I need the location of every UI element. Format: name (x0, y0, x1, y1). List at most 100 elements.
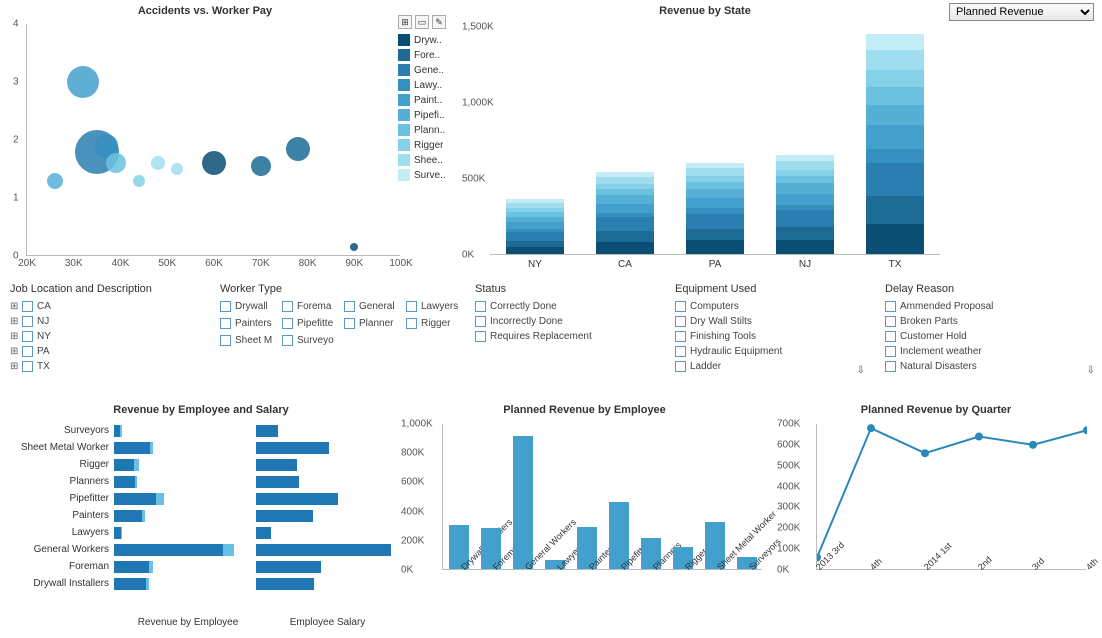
salary-bar[interactable] (256, 527, 391, 539)
checkbox[interactable] (885, 361, 896, 372)
filter-item[interactable]: Inclement weather (885, 344, 1095, 359)
checkbox[interactable] (885, 316, 896, 327)
scatter-point[interactable] (151, 156, 165, 170)
checkbox[interactable] (282, 318, 293, 329)
checkbox[interactable] (344, 318, 355, 329)
checkbox[interactable] (885, 331, 896, 342)
filter-item[interactable]: Painters (220, 316, 282, 331)
filter-item[interactable]: General (344, 299, 406, 314)
filter-item[interactable]: Pipefitte (282, 316, 344, 331)
checkbox[interactable] (675, 331, 686, 342)
checkbox[interactable] (675, 346, 686, 357)
line-point[interactable] (921, 449, 929, 457)
stacked-bar[interactable] (506, 199, 564, 254)
scatter-point[interactable] (202, 151, 226, 175)
salary-bar[interactable] (256, 493, 391, 505)
filter-item[interactable]: Lawyers (406, 299, 468, 314)
measure-select-dropdown[interactable]: Planned Revenue (949, 3, 1094, 21)
salary-bar[interactable] (256, 476, 391, 488)
scatter-point[interactable] (106, 153, 126, 173)
checkbox[interactable] (220, 335, 231, 346)
revenue-bar[interactable] (114, 442, 254, 454)
filter-item[interactable]: Dry Wall Stilts (675, 314, 865, 329)
filter-item[interactable]: Drywall (220, 299, 282, 314)
filter-item[interactable]: Planner (344, 316, 406, 331)
salary-bar[interactable] (256, 544, 391, 556)
legend-edit-icon[interactable]: ✎ (432, 15, 446, 29)
checkbox[interactable] (22, 361, 33, 372)
salary-bar[interactable] (256, 510, 391, 522)
salary-bar[interactable] (256, 561, 391, 573)
scatter-point[interactable] (350, 243, 358, 251)
scatter-point[interactable] (171, 163, 183, 175)
checkbox[interactable] (220, 318, 231, 329)
scatter-point[interactable] (251, 156, 271, 176)
checkbox[interactable] (675, 301, 686, 312)
filter-item[interactable]: ⊞CA (10, 299, 210, 314)
revenue-bar[interactable] (114, 476, 254, 488)
salary-bar[interactable] (256, 425, 391, 437)
revenue-bar[interactable] (114, 578, 254, 590)
filter-item[interactable]: Sheet M (220, 333, 282, 348)
line-point[interactable] (1083, 426, 1087, 434)
filter-item[interactable]: Natural Disasters (885, 359, 1095, 374)
line-point[interactable] (867, 424, 875, 432)
revenue-bar[interactable] (114, 459, 254, 471)
filter-item[interactable]: Surveyo (282, 333, 344, 348)
filter-item[interactable]: Incorrectly Done (475, 314, 665, 329)
scatter-point[interactable] (67, 66, 99, 98)
checkbox[interactable] (406, 318, 417, 329)
scroll-down-icon[interactable]: ⇩ (857, 365, 865, 376)
revenue-bar[interactable] (114, 527, 254, 539)
scroll-down-icon[interactable]: ⇩ (1087, 365, 1095, 376)
checkbox[interactable] (282, 335, 293, 346)
filter-item[interactable]: ⊞PA (10, 344, 210, 359)
filter-item[interactable]: Forema (282, 299, 344, 314)
revenue-bar[interactable] (114, 544, 254, 556)
revenue-bar[interactable] (114, 561, 254, 573)
checkbox[interactable] (344, 301, 355, 312)
scatter-point[interactable] (133, 175, 145, 187)
checkbox[interactable] (475, 301, 486, 312)
filter-item[interactable]: Ladder (675, 359, 865, 374)
stacked-bar[interactable] (776, 155, 834, 254)
revenue-bar[interactable] (114, 493, 254, 505)
revenue-bar[interactable] (114, 425, 254, 437)
filter-item[interactable]: Finishing Tools (675, 329, 865, 344)
revenue-bar[interactable] (114, 510, 254, 522)
scatter-point[interactable] (47, 173, 63, 189)
stacked-bar[interactable] (596, 172, 654, 254)
line-point[interactable] (1029, 441, 1037, 449)
checkbox[interactable] (475, 331, 486, 342)
expand-icon[interactable]: ⊞ (10, 301, 18, 312)
legend-grid-icon[interactable]: ⊞ (398, 15, 412, 29)
measure-select[interactable]: Planned Revenue (949, 3, 1094, 21)
checkbox[interactable] (885, 346, 896, 357)
filter-item[interactable]: ⊞NY (10, 329, 210, 344)
salary-bar[interactable] (256, 578, 391, 590)
filter-item[interactable]: Broken Parts (885, 314, 1095, 329)
stacked-bar[interactable] (686, 163, 744, 254)
checkbox[interactable] (282, 301, 293, 312)
line-point[interactable] (975, 433, 983, 441)
scatter-point[interactable] (286, 137, 310, 161)
bar[interactable] (513, 436, 533, 569)
legend-card-icon[interactable]: ▭ (415, 15, 429, 29)
filter-item[interactable]: Customer Hold (885, 329, 1095, 344)
checkbox[interactable] (22, 331, 33, 342)
salary-bar[interactable] (256, 442, 391, 454)
stacked-bar[interactable] (866, 34, 924, 254)
expand-icon[interactable]: ⊞ (10, 346, 18, 357)
checkbox[interactable] (220, 301, 231, 312)
filter-item[interactable]: Requires Replacement (475, 329, 665, 344)
checkbox[interactable] (885, 301, 896, 312)
filter-item[interactable]: Correctly Done (475, 299, 665, 314)
filter-item[interactable]: ⊞TX (10, 359, 210, 374)
filter-item[interactable]: Computers (675, 299, 865, 314)
checkbox[interactable] (475, 316, 486, 327)
expand-icon[interactable]: ⊞ (10, 316, 18, 327)
salary-bar[interactable] (256, 459, 391, 471)
checkbox[interactable] (675, 361, 686, 372)
checkbox[interactable] (406, 301, 417, 312)
checkbox[interactable] (22, 346, 33, 357)
